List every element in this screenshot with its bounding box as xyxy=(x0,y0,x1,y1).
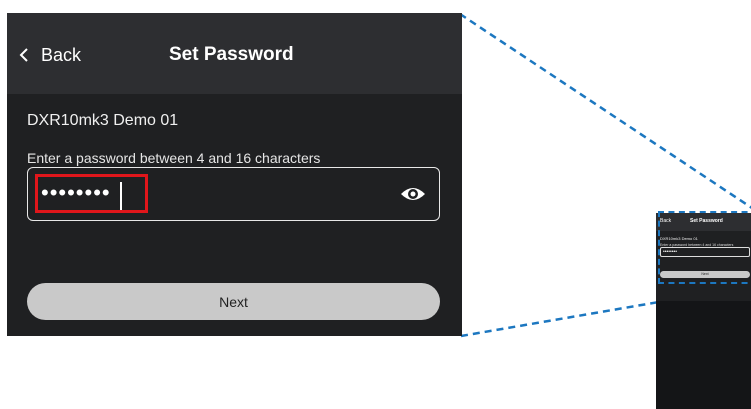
zoomed-screen-panel: Back Set Password DXR10mk3 Demo 01 Enter… xyxy=(7,13,462,336)
highlight-box xyxy=(35,174,148,213)
back-button[interactable]: Back xyxy=(19,43,81,67)
device-name: DXR10mk3 Demo 01 xyxy=(27,112,179,129)
eye-icon[interactable] xyxy=(399,182,427,206)
password-input[interactable]: •••••••• xyxy=(27,167,440,221)
zoom-source-frame xyxy=(658,211,751,284)
page-title: Set Password xyxy=(169,44,294,65)
next-button[interactable]: Next xyxy=(27,283,440,320)
back-label: Back xyxy=(41,44,82,65)
password-hint: Enter a password between 4 and 16 charac… xyxy=(27,150,321,166)
chevron-left-icon xyxy=(19,48,28,62)
zoom-line-top xyxy=(459,12,751,209)
header-bar: Back Set Password xyxy=(7,13,462,94)
